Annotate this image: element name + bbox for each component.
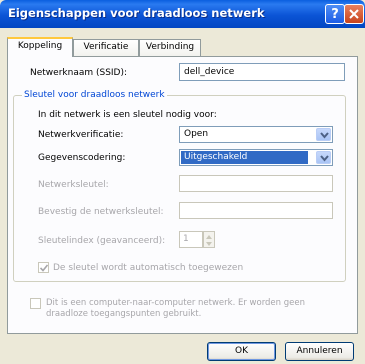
confirm-key-label: Bevestig de netwerksleutel:: [38, 207, 164, 217]
network-key-input[interactable]: [179, 175, 333, 192]
confirm-key-input[interactable]: [179, 202, 333, 219]
auth-value: Open: [184, 129, 209, 139]
title-bar[interactable]: Eigenschappen voor draadloos netwerk ?: [0, 0, 365, 28]
wireless-properties-dialog: Eigenschappen voor draadloos netwerk ? K…: [0, 0, 365, 364]
dropdown-arrow[interactable]: [316, 151, 331, 164]
encryption-label: Gegevenscodering:: [38, 153, 126, 163]
group-title: Sleutel voor draadloos netwerk: [22, 90, 167, 100]
key-index-input[interactable]: 1: [179, 231, 203, 248]
adhoc-checkbox[interactable]: [30, 298, 41, 309]
key-intro-text: In dit netwerk is een sleutel nodig voor…: [38, 110, 217, 120]
auto-key-label: De sleutel wordt automatisch toegewezen: [53, 263, 244, 273]
cancel-button[interactable]: Annuleren: [285, 342, 354, 361]
chevron-down-icon: [320, 132, 329, 139]
close-icon: [349, 9, 359, 19]
auth-label: Netwerkverificatie:: [38, 130, 124, 140]
auth-dropdown[interactable]: Open: [179, 126, 333, 143]
adhoc-text-line1: Dit is een computer-naar-computer netwer…: [46, 298, 305, 308]
window-title: Eigenschappen voor draadloos netwerk: [8, 6, 265, 20]
ssid-label: Netwerknaam (SSID):: [30, 68, 128, 78]
checkmark-icon: [40, 264, 48, 272]
key-index-label: Sleutelindex (geavanceerd):: [38, 236, 166, 246]
dropdown-arrow[interactable]: [316, 128, 331, 141]
tab-koppeling[interactable]: Koppeling: [7, 37, 73, 57]
encryption-dropdown[interactable]: Uitgeschakeld: [179, 149, 333, 166]
auto-key-checkbox[interactable]: [38, 262, 49, 273]
tab-verbinding[interactable]: Verbinding: [139, 39, 201, 56]
ssid-input[interactable]: dell_device: [179, 63, 345, 81]
spin-up-icon: [206, 235, 212, 239]
encryption-value: Uitgeschakeld: [181, 151, 308, 164]
key-index-spinner[interactable]: [203, 231, 215, 248]
close-button[interactable]: [344, 4, 364, 24]
tab-verificatie[interactable]: Verificatie: [73, 39, 139, 56]
adhoc-text-line2: draadloze toegangspunten gebruikt.: [46, 309, 202, 319]
spin-down-icon: [206, 242, 212, 246]
ok-button[interactable]: OK: [207, 342, 276, 361]
chevron-down-icon: [320, 155, 329, 162]
help-button[interactable]: ?: [325, 4, 345, 24]
network-key-label: Netwerksleutel:: [38, 180, 109, 190]
